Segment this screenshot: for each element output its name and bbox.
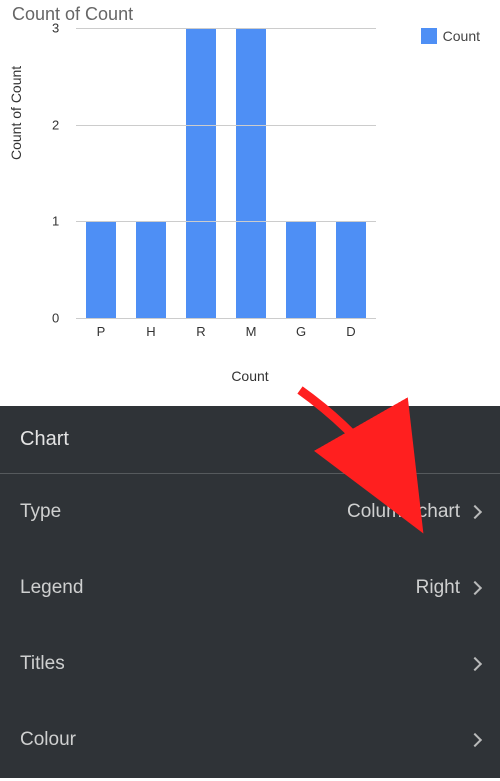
row-colour-label: Colour [20,729,76,751]
row-titles[interactable]: Titles [0,626,500,702]
row-legend-label: Legend [20,577,83,599]
chart-plot: 0123 [76,28,376,318]
row-titles-label: Titles [20,653,65,675]
y-tick-label: 0 [52,311,59,326]
x-tick-label: D [346,324,355,339]
x-tick-label: P [97,324,106,339]
x-tick-label: G [296,324,306,339]
row-legend-value: Right [416,577,460,599]
x-tick-label: H [146,324,155,339]
x-axis-label: Count [0,368,500,384]
chevron-right-icon [468,581,482,595]
x-tick-label: R [196,324,205,339]
chart-title: Count of Count [12,4,133,25]
row-type-label: Type [20,501,61,523]
row-type-value: Column chart [347,501,460,523]
chevron-right-icon [468,657,482,671]
chart-bar [136,221,166,318]
y-tick-label: 3 [52,21,59,36]
chart-bar [236,28,266,318]
chart-bar [286,221,316,318]
chevron-right-icon [468,505,482,519]
chart-bar [336,221,366,318]
chart-area: Count of Count Count Count of Count 0123… [0,0,500,406]
chart-bar [186,28,216,318]
grid-line [76,28,376,29]
y-tick-label: 1 [52,214,59,229]
chart-settings-panel: Chart Type Column chart Legend Right Tit… [0,406,500,778]
panel-header: Chart [0,406,500,474]
chart-legend: Count [421,28,480,44]
row-colour[interactable]: Colour [0,702,500,778]
grid-line [76,125,376,126]
legend-swatch [421,28,437,44]
y-axis-label: Count of Count [8,66,24,160]
chart-bar [86,221,116,318]
row-type[interactable]: Type Column chart [0,474,500,550]
grid-line [76,318,376,319]
x-ticks: PHRMGD [76,324,376,344]
x-tick-label: M [246,324,257,339]
chevron-right-icon [468,733,482,747]
grid-line [76,221,376,222]
y-tick-label: 2 [52,117,59,132]
chart-bars [76,28,376,318]
legend-label: Count [443,28,480,44]
row-legend[interactable]: Legend Right [0,550,500,626]
